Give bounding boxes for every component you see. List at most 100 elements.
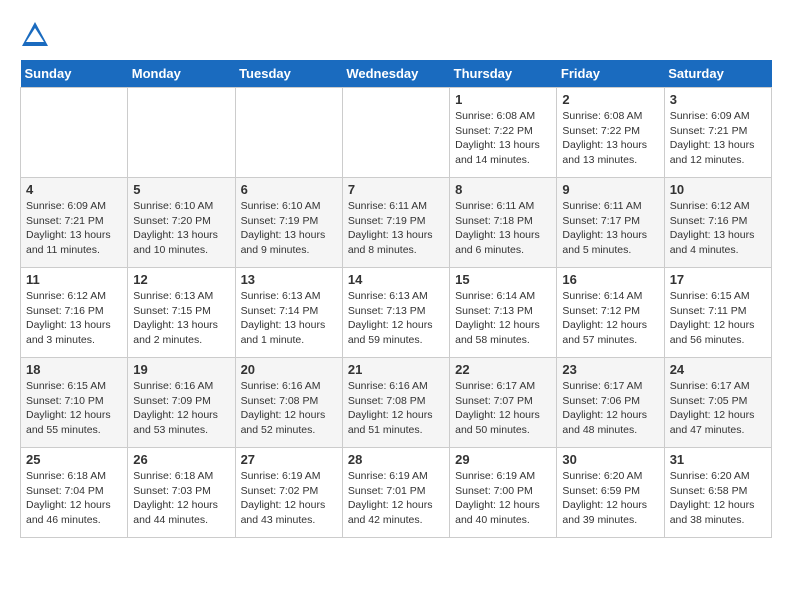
day-info: Sunrise: 6:13 AM Sunset: 7:13 PM Dayligh… [348, 289, 444, 348]
day-number: 11 [26, 272, 122, 287]
calendar-week-row: 11 Sunrise: 6:12 AM Sunset: 7:16 PM Dayli… [21, 268, 772, 358]
calendar-cell [128, 88, 235, 178]
day-info: Sunrise: 6:12 AM Sunset: 7:16 PM Dayligh… [670, 199, 766, 258]
logo-icon [20, 20, 50, 50]
day-info: Sunrise: 6:19 AM Sunset: 7:02 PM Dayligh… [241, 469, 337, 528]
day-number: 3 [670, 92, 766, 107]
calendar-cell: 21Sunrise: 6:16 AM Sunset: 7:08 PM Dayli… [342, 358, 449, 448]
calendar-cell: 12Sunrise: 6:13 AM Sunset: 7:15 PM Dayli… [128, 268, 235, 358]
day-number: 29 [455, 452, 551, 467]
day-info: Sunrise: 6:16 AM Sunset: 7:08 PM Dayligh… [241, 379, 337, 438]
day-number: 26 [133, 452, 229, 467]
calendar-header-wednesday: Wednesday [342, 60, 449, 88]
day-info: Sunrise: 6:16 AM Sunset: 7:09 PM Dayligh… [133, 379, 229, 438]
calendar-week-row: 4 Sunrise: 6:09 AM Sunset: 7:21 PM Daylig… [21, 178, 772, 268]
calendar-cell: 13 Sunrise: 6:13 AM Sunset: 7:14 PM Dayli… [235, 268, 342, 358]
day-info: Sunrise: 6:15 AM Sunset: 7:10 PM Dayligh… [26, 379, 122, 438]
day-info: Sunrise: 6:19 AM Sunset: 7:00 PM Dayligh… [455, 469, 551, 528]
day-number: 17 [670, 272, 766, 287]
day-number: 16 [562, 272, 658, 287]
calendar-cell: 15 Sunrise: 6:14 AM Sunset: 7:13 PM Dayli… [450, 268, 557, 358]
day-info: Sunrise: 6:09 AM Sunset: 7:21 PM Dayligh… [26, 199, 122, 258]
calendar-header-monday: Monday [128, 60, 235, 88]
day-number: 18 [26, 362, 122, 377]
day-info: Sunrise: 6:18 AM Sunset: 7:04 PM Dayligh… [26, 469, 122, 528]
calendar-cell [342, 88, 449, 178]
calendar-cell: 25 Sunrise: 6:18 AM Sunset: 7:04 PM Dayli… [21, 448, 128, 538]
day-number: 27 [241, 452, 337, 467]
day-info: Sunrise: 6:14 AM Sunset: 7:13 PM Dayligh… [455, 289, 551, 348]
day-info: Sunrise: 6:09 AM Sunset: 7:21 PM Dayligh… [670, 109, 766, 168]
calendar-week-row: 18 Sunrise: 6:15 AM Sunset: 7:10 PM Dayli… [21, 358, 772, 448]
day-info: Sunrise: 6:11 AM Sunset: 7:19 PM Dayligh… [348, 199, 444, 258]
day-info: Sunrise: 6:20 AM Sunset: 6:58 PM Dayligh… [670, 469, 766, 528]
day-info: Sunrise: 6:10 AM Sunset: 7:20 PM Dayligh… [133, 199, 229, 258]
calendar-week-row: 25 Sunrise: 6:18 AM Sunset: 7:04 PM Dayli… [21, 448, 772, 538]
calendar-header-sunday: Sunday [21, 60, 128, 88]
day-number: 22 [455, 362, 551, 377]
day-number: 1 [455, 92, 551, 107]
day-info: Sunrise: 6:12 AM Sunset: 7:16 PM Dayligh… [26, 289, 122, 348]
calendar-cell: 20 Sunrise: 6:16 AM Sunset: 7:08 PM Dayli… [235, 358, 342, 448]
day-info: Sunrise: 6:11 AM Sunset: 7:18 PM Dayligh… [455, 199, 551, 258]
calendar-cell: 17 Sunrise: 6:15 AM Sunset: 7:11 PM Dayli… [664, 268, 771, 358]
day-number: 12 [133, 272, 229, 287]
day-info: Sunrise: 6:15 AM Sunset: 7:11 PM Dayligh… [670, 289, 766, 348]
calendar-cell: 30 Sunrise: 6:20 AM Sunset: 6:59 PM Dayli… [557, 448, 664, 538]
calendar-cell: 14 Sunrise: 6:13 AM Sunset: 7:13 PM Dayli… [342, 268, 449, 358]
calendar-cell: 29 Sunrise: 6:19 AM Sunset: 7:00 PM Dayli… [450, 448, 557, 538]
day-info: Sunrise: 6:17 AM Sunset: 7:07 PM Dayligh… [455, 379, 551, 438]
calendar-cell: 22 Sunrise: 6:17 AM Sunset: 7:07 PM Dayli… [450, 358, 557, 448]
day-number: 2 [562, 92, 658, 107]
day-info: Sunrise: 6:18 AM Sunset: 7:03 PM Dayligh… [133, 469, 229, 528]
calendar-cell: 2 Sunrise: 6:08 AM Sunset: 7:22 PM Daylig… [557, 88, 664, 178]
day-number: 20 [241, 362, 337, 377]
calendar-cell: 6Sunrise: 6:10 AM Sunset: 7:19 PM Daylig… [235, 178, 342, 268]
calendar-header-saturday: Saturday [664, 60, 771, 88]
calendar-cell: 16 Sunrise: 6:14 AM Sunset: 7:12 PM Dayli… [557, 268, 664, 358]
day-number: 14 [348, 272, 444, 287]
day-number: 28 [348, 452, 444, 467]
logo [20, 20, 54, 50]
day-info: Sunrise: 6:11 AM Sunset: 7:17 PM Dayligh… [562, 199, 658, 258]
day-info: Sunrise: 6:19 AM Sunset: 7:01 PM Dayligh… [348, 469, 444, 528]
calendar-cell: 26 Sunrise: 6:18 AM Sunset: 7:03 PM Dayli… [128, 448, 235, 538]
day-number: 25 [26, 452, 122, 467]
calendar-header-row: SundayMondayTuesdayWednesdayThursdayFrid… [21, 60, 772, 88]
day-number: 15 [455, 272, 551, 287]
calendar-header-tuesday: Tuesday [235, 60, 342, 88]
day-number: 10 [670, 182, 766, 197]
day-number: 21 [348, 362, 444, 377]
day-info: Sunrise: 6:14 AM Sunset: 7:12 PM Dayligh… [562, 289, 658, 348]
day-number: 4 [26, 182, 122, 197]
day-number: 8 [455, 182, 551, 197]
calendar-cell: 7Sunrise: 6:11 AM Sunset: 7:19 PM Daylig… [342, 178, 449, 268]
calendar-cell: 1 Sunrise: 6:08 AM Sunset: 7:22 PM Daylig… [450, 88, 557, 178]
day-info: Sunrise: 6:08 AM Sunset: 7:22 PM Dayligh… [562, 109, 658, 168]
calendar-cell [21, 88, 128, 178]
day-number: 30 [562, 452, 658, 467]
day-number: 31 [670, 452, 766, 467]
day-info: Sunrise: 6:08 AM Sunset: 7:22 PM Dayligh… [455, 109, 551, 168]
day-info: Sunrise: 6:20 AM Sunset: 6:59 PM Dayligh… [562, 469, 658, 528]
calendar-week-row: 1 Sunrise: 6:08 AM Sunset: 7:22 PM Daylig… [21, 88, 772, 178]
calendar-cell: 24 Sunrise: 6:17 AM Sunset: 7:05 PM Dayli… [664, 358, 771, 448]
calendar-cell: 19 Sunrise: 6:16 AM Sunset: 7:09 PM Dayli… [128, 358, 235, 448]
day-info: Sunrise: 6:13 AM Sunset: 7:14 PM Dayligh… [241, 289, 337, 348]
day-number: 5 [133, 182, 229, 197]
calendar-header-friday: Friday [557, 60, 664, 88]
calendar-cell: 28 Sunrise: 6:19 AM Sunset: 7:01 PM Dayli… [342, 448, 449, 538]
calendar-table: SundayMondayTuesdayWednesdayThursdayFrid… [20, 60, 772, 538]
day-number: 24 [670, 362, 766, 377]
calendar-cell: 5 Sunrise: 6:10 AM Sunset: 7:20 PM Daylig… [128, 178, 235, 268]
day-number: 13 [241, 272, 337, 287]
day-info: Sunrise: 6:17 AM Sunset: 7:05 PM Dayligh… [670, 379, 766, 438]
day-number: 9 [562, 182, 658, 197]
calendar-cell: 31 Sunrise: 6:20 AM Sunset: 6:58 PM Dayli… [664, 448, 771, 538]
calendar-cell: 11 Sunrise: 6:12 AM Sunset: 7:16 PM Dayli… [21, 268, 128, 358]
day-number: 19 [133, 362, 229, 377]
calendar-cell: 10 Sunrise: 6:12 AM Sunset: 7:16 PM Dayli… [664, 178, 771, 268]
calendar-cell: 4 Sunrise: 6:09 AM Sunset: 7:21 PM Daylig… [21, 178, 128, 268]
calendar-cell: 23Sunrise: 6:17 AM Sunset: 7:06 PM Dayli… [557, 358, 664, 448]
page-header [20, 20, 772, 50]
